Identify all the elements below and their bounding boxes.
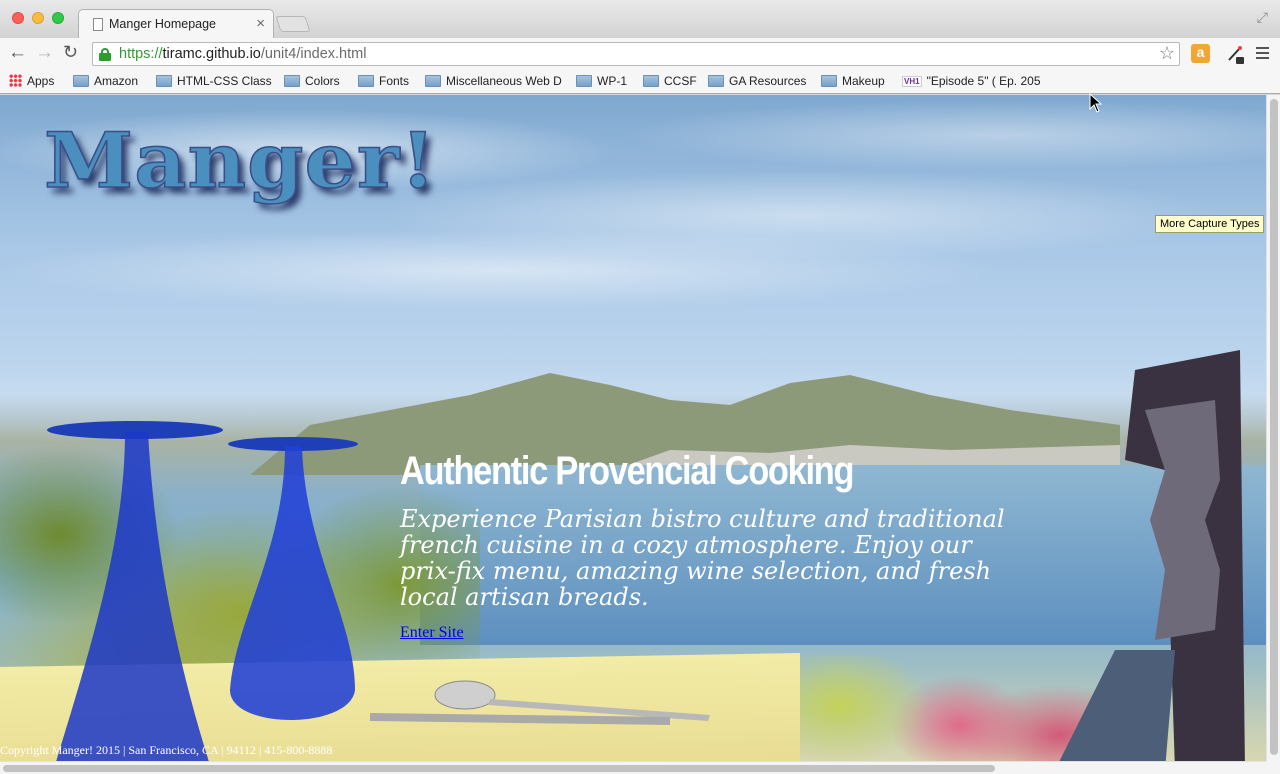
tab-title: Manger Homepage xyxy=(109,17,217,31)
bookmark-fonts[interactable]: Fonts xyxy=(358,74,409,88)
bookmark-miscellaneous[interactable]: Miscellaneous Web D xyxy=(425,74,562,88)
bookmark-amazon[interactable]: Amazon xyxy=(73,74,138,88)
window-maximize-button[interactable] xyxy=(52,12,64,24)
url-text[interactable]: https://tiramc.github.io/unit4/index.htm… xyxy=(119,46,366,62)
bookmark-star-icon[interactable]: ☆ xyxy=(1159,43,1175,64)
cutlery-image xyxy=(370,680,710,725)
apps-grid-icon xyxy=(9,74,22,87)
hero-description: Experience Parisian bistro culture and t… xyxy=(400,505,1005,611)
horizontal-scroll-thumb[interactable] xyxy=(3,765,995,772)
bookmark-episode-5[interactable]: VH1 "Episode 5" ( Ep. 205 xyxy=(902,74,1041,88)
bookmark-apps[interactable]: Apps xyxy=(9,74,54,88)
browser-toolbar: ← → ↻ https://tiramc.github.io/unit4/ind… xyxy=(0,38,1280,70)
back-button[interactable]: ← xyxy=(8,42,27,64)
tooltip: More Capture Types xyxy=(1155,215,1265,233)
tab-close-icon[interactable]: × xyxy=(256,15,265,32)
scrollbar-corner xyxy=(1266,761,1280,774)
lock-icon xyxy=(99,48,111,61)
page-footer: Copyright Manger! 2015 | San Francisco, … xyxy=(0,743,333,757)
forward-button[interactable]: → xyxy=(35,42,54,64)
fullscreen-icon[interactable]: ⤢ xyxy=(1257,9,1268,26)
folder-icon xyxy=(425,75,441,87)
bookmarks-bar: Apps Amazon HTML-CSS Class Colors Fonts … xyxy=(0,70,1280,94)
address-bar[interactable]: https://tiramc.github.io/unit4/index.htm… xyxy=(92,42,1180,66)
page-icon xyxy=(93,18,103,31)
page-hero-background: Manger! Authentic Provencial Cooking Exp… xyxy=(0,95,1266,761)
enter-site-link[interactable]: Enter Site xyxy=(400,624,464,642)
wine-glasses-image xyxy=(47,421,358,761)
bookmark-wp1[interactable]: WP-1 xyxy=(576,74,627,88)
chair-image xyxy=(1059,350,1245,761)
folder-icon xyxy=(821,75,837,87)
folder-icon xyxy=(73,75,89,87)
tab-strip: Manger Homepage × ⤢ xyxy=(0,0,1280,39)
mouse-cursor-icon xyxy=(1089,93,1103,113)
window-minimize-button[interactable] xyxy=(32,12,44,24)
chrome-menu-icon[interactable] xyxy=(1256,47,1269,59)
hero-heading: Authentic Provencial Cooking xyxy=(400,449,854,493)
tab-manger-homepage[interactable]: Manger Homepage × xyxy=(78,9,274,39)
folder-icon xyxy=(156,75,172,87)
bookmark-ccsf[interactable]: CCSF xyxy=(643,74,697,88)
folder-icon xyxy=(576,75,592,87)
bookmark-html-css-class[interactable]: HTML-CSS Class xyxy=(156,74,272,88)
reload-button[interactable]: ↻ xyxy=(63,42,78,63)
bookmark-ga-resources[interactable]: GA Resources xyxy=(708,74,806,88)
new-tab-button[interactable] xyxy=(275,16,311,32)
folder-icon xyxy=(708,75,724,87)
bookmark-makeup[interactable]: Makeup xyxy=(821,74,885,88)
vh1-favicon-icon: VH1 xyxy=(902,76,922,87)
window-close-button[interactable] xyxy=(12,12,24,24)
bookmark-colors[interactable]: Colors xyxy=(284,74,340,88)
amazon-extension-icon[interactable]: a xyxy=(1191,44,1210,63)
url-host: tiramc.github.io xyxy=(162,46,261,62)
capture-extension-icon[interactable] xyxy=(1225,45,1245,65)
url-scheme: https:// xyxy=(119,46,163,62)
site-logo: Manger! xyxy=(43,116,437,205)
url-path: /unit4/index.html xyxy=(260,46,367,62)
folder-icon xyxy=(284,75,300,87)
folder-icon xyxy=(643,75,659,87)
horizontal-scrollbar[interactable] xyxy=(0,761,1266,774)
folder-icon xyxy=(358,75,374,87)
vertical-scroll-thumb[interactable] xyxy=(1270,99,1278,755)
vertical-scrollbar[interactable] xyxy=(1266,95,1280,761)
